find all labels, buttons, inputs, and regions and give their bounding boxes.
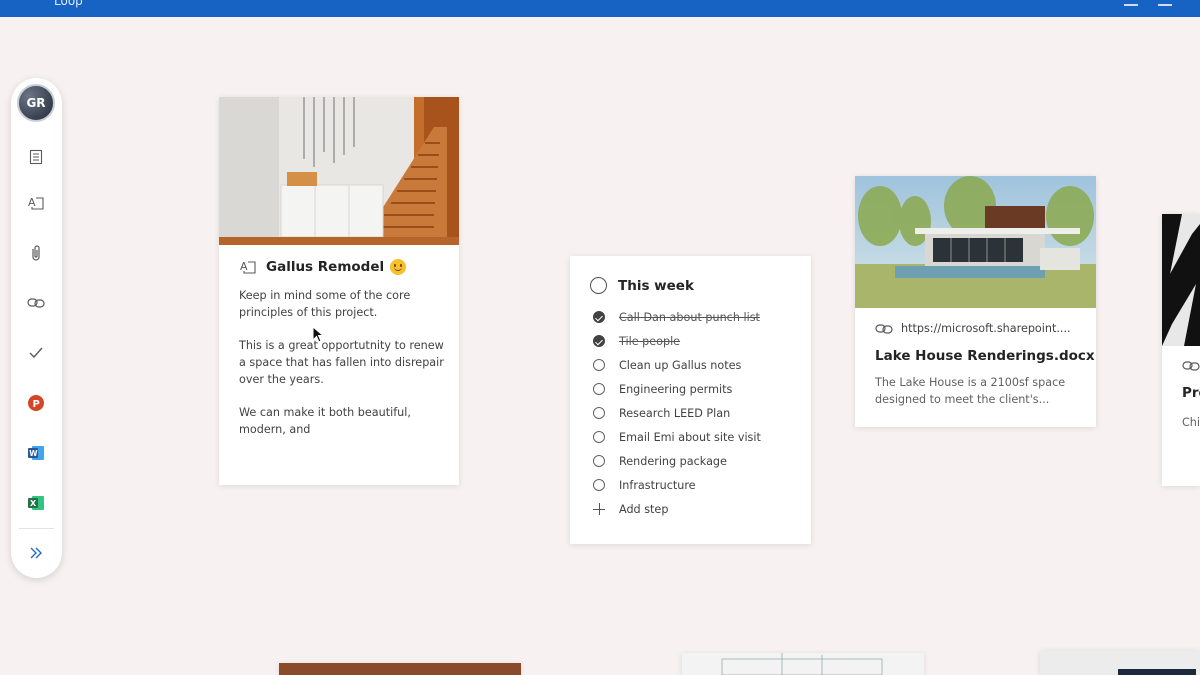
task-item[interactable]: Infrastructure xyxy=(593,473,808,497)
document-title[interactable]: Pro xyxy=(1182,385,1200,401)
task-item[interactable]: Clean up Gallus notes xyxy=(593,353,808,377)
note-title: Gallus Remodel xyxy=(266,259,385,275)
task-text: Clean up Gallus notes xyxy=(619,358,742,372)
page-icon[interactable] xyxy=(24,145,48,169)
note-body[interactable]: Keep in mind some of the core principles… xyxy=(239,287,444,454)
link-card-lake-house[interactable]: https://microsoft.sharepoint.... Lake Ho… xyxy=(855,176,1096,427)
word-icon[interactable]: W xyxy=(24,441,48,465)
task-list-title: This week xyxy=(618,277,694,294)
task-text: Call Dan about punch list xyxy=(619,310,760,324)
task-item[interactable]: Research LEED Plan xyxy=(593,401,808,425)
task-item[interactable]: Email Emi about site visit xyxy=(593,425,808,449)
excel-icon[interactable]: X xyxy=(24,491,48,515)
link-url[interactable]: https://microsoft.sharepoint.... xyxy=(901,322,1071,335)
task-item[interactable]: Engineering permits xyxy=(593,377,808,401)
card-image-staircase xyxy=(219,97,459,245)
task-checkbox[interactable] xyxy=(593,383,605,395)
mouse-cursor-icon xyxy=(312,326,324,343)
card-image-lake-house xyxy=(855,176,1096,308)
task-checkbox[interactable] xyxy=(593,407,605,419)
task-checkbox[interactable] xyxy=(593,479,605,491)
card-image-partial xyxy=(1162,214,1200,346)
task-text: Rendering package xyxy=(619,454,727,468)
insert-toolbar: GR A P W X xyxy=(11,78,62,578)
card-bottom-partial-3[interactable] xyxy=(1040,650,1200,675)
note-paragraph: We can make it both beautiful, modern, a… xyxy=(239,406,411,436)
task-text: Infrastructure xyxy=(619,478,696,492)
task-item[interactable]: Rendering package xyxy=(593,449,808,473)
task-text: Research LEED Plan xyxy=(619,406,731,420)
note-paragraph: Keep in mind some of the core principles… xyxy=(239,289,411,319)
task-item[interactable]: Tile people xyxy=(593,329,808,353)
link-icon xyxy=(1182,361,1200,371)
smiley-emoji-icon xyxy=(390,259,407,275)
powerpoint-icon[interactable]: P xyxy=(24,391,48,415)
plus-icon xyxy=(593,503,605,515)
link-card-partial[interactable]: Pro Chi xyxy=(1162,214,1200,486)
task-text: Engineering permits xyxy=(619,382,733,396)
card-image-partial xyxy=(1118,669,1196,675)
app-header-bar: Loop xyxy=(0,0,1200,17)
svg-text:W: W xyxy=(29,449,38,458)
chevron-double-right-icon[interactable] xyxy=(24,541,48,565)
card-image-floorplan xyxy=(721,653,883,675)
note-card-gallus-remodel[interactable]: A Gallus Remodel Keep in mind some of th… xyxy=(219,97,459,485)
link-icon[interactable] xyxy=(24,291,48,315)
task-checkbox[interactable] xyxy=(593,431,605,443)
task-text: Tile people xyxy=(619,334,681,348)
attachment-icon[interactable] xyxy=(24,241,48,265)
avatar[interactable]: GR xyxy=(17,84,55,122)
toolbar-divider xyxy=(19,528,54,529)
add-step-label: Add step xyxy=(619,502,669,516)
task-checkbox[interactable] xyxy=(593,455,605,467)
task-item[interactable]: Call Dan about punch list xyxy=(593,305,808,329)
note-paragraph: This is a great opportutnity to renew a … xyxy=(239,339,444,386)
svg-text:P: P xyxy=(33,399,40,410)
task-checkbox[interactable] xyxy=(593,335,605,347)
task-checkbox[interactable] xyxy=(593,311,605,323)
text-box-icon: A xyxy=(240,260,256,274)
add-step-button[interactable]: Add step xyxy=(593,497,808,521)
document-title[interactable]: Lake House Renderings.docx xyxy=(875,348,1095,364)
share-icon[interactable] xyxy=(1124,0,1138,6)
text-box-icon[interactable]: A xyxy=(24,191,48,215)
document-description: The Lake House is a 2100sf space designe… xyxy=(875,376,1066,406)
svg-text:X: X xyxy=(30,499,37,508)
checkmark-icon[interactable] xyxy=(24,341,48,365)
link-icon xyxy=(875,323,893,334)
task-checkbox[interactable] xyxy=(593,359,605,371)
task-list-circle-icon[interactable] xyxy=(590,277,607,294)
card-bottom-partial-2[interactable] xyxy=(682,653,924,675)
task-text: Email Emi about site visit xyxy=(619,430,761,444)
card-bottom-partial-1[interactable] xyxy=(279,663,521,675)
more-icon[interactable] xyxy=(1158,0,1172,6)
task-list: Call Dan about punch list Tile people Cl… xyxy=(593,305,808,521)
task-list-card[interactable]: This week Call Dan about punch list Tile… xyxy=(570,256,811,544)
document-description: Chi xyxy=(1182,416,1200,429)
app-name: Loop xyxy=(54,0,83,8)
